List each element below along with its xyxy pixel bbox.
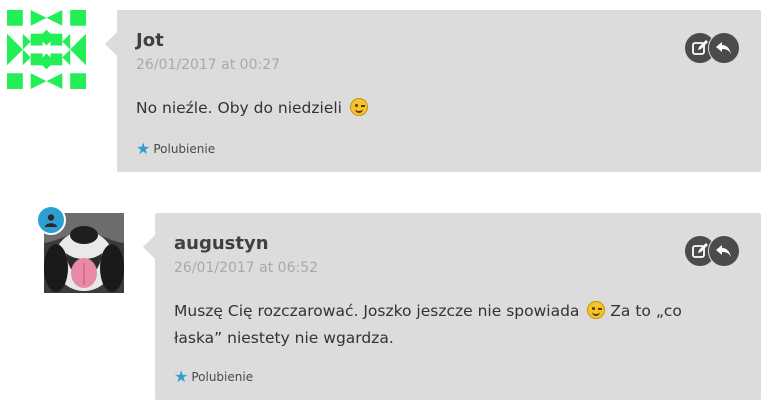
reply-icon bbox=[716, 42, 731, 54]
comment-date[interactable]: 26/01/2017 at 00:27 bbox=[136, 57, 280, 73]
reply-button[interactable] bbox=[708, 32, 740, 64]
comment-jot: Jot 26/01/2017 at 00:27 No nieźle. Oby d… bbox=[0, 0, 769, 180]
like-label: Polubienie bbox=[153, 142, 216, 156]
avatar-identicon[interactable] bbox=[7, 10, 86, 89]
user-badge bbox=[36, 205, 66, 235]
identicon-image bbox=[7, 10, 86, 89]
comment-actions bbox=[684, 235, 740, 267]
like-button[interactable]: ★ Polubienie bbox=[136, 139, 215, 158]
user-icon bbox=[45, 214, 57, 227]
winking-face-emoji-icon bbox=[587, 301, 606, 319]
edit-icon bbox=[692, 243, 708, 258]
comment-bubble: augustyn 26/01/2017 at 06:52 Muszę Cię r… bbox=[143, 213, 761, 400]
star-icon: ★ bbox=[174, 367, 189, 386]
comment-augustyn: augustyn 26/01/2017 at 06:52 Muszę Cię r… bbox=[0, 200, 769, 405]
comment-text-body: No nieźle. Oby do niedzieli bbox=[136, 99, 342, 117]
comment-text-body: Muszę Cię rozczarować. Joszko jeszcze ni… bbox=[174, 302, 580, 320]
winking-face-emoji-icon bbox=[349, 98, 368, 116]
comment-date[interactable]: 26/01/2017 at 06:52 bbox=[174, 260, 318, 276]
reply-icon bbox=[716, 245, 731, 257]
comment-text: Muszę Cię rozczarować. Joszko jeszcze ni… bbox=[174, 298, 734, 352]
comment-text: No nieźle. Oby do niedzieli bbox=[136, 95, 676, 122]
comment-actions bbox=[684, 32, 740, 64]
star-icon: ★ bbox=[136, 139, 151, 158]
edit-icon bbox=[692, 40, 708, 55]
comment-author[interactable]: Jot bbox=[136, 30, 164, 51]
comment-bubble: Jot 26/01/2017 at 00:27 No nieźle. Oby d… bbox=[105, 10, 761, 172]
reply-button[interactable] bbox=[708, 235, 740, 267]
comment-author[interactable]: augustyn bbox=[174, 233, 269, 254]
like-label: Polubienie bbox=[191, 370, 254, 384]
like-button[interactable]: ★ Polubienie bbox=[174, 367, 253, 386]
